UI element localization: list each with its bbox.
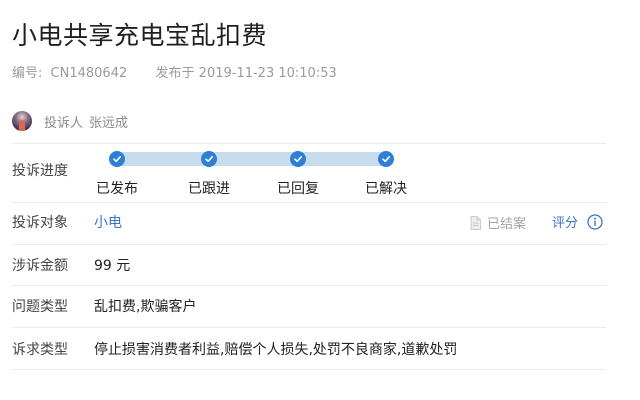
- progress-label: 投诉进度: [12, 163, 68, 179]
- progress-step-resolved: [378, 151, 394, 167]
- published-value: 2019-11-23 10:10:53: [198, 66, 337, 81]
- divider: [12, 327, 606, 328]
- demand-type-value: 停止损害消费者利益,赔偿个人损失,处罚不良商家,道歉处罚: [94, 342, 458, 358]
- case-status: 已结案: [470, 213, 526, 232]
- check-icon: [378, 151, 394, 167]
- progress-step-label: 已跟进: [188, 181, 230, 197]
- complainant-info: 投诉人 张远成: [12, 110, 128, 132]
- target-link[interactable]: 小电: [94, 212, 122, 232]
- id-label: 编号:: [12, 66, 43, 81]
- divider: [12, 202, 606, 203]
- check-icon: [109, 151, 125, 167]
- progress-step-label: 已发布: [96, 181, 138, 197]
- rate-control[interactable]: 评分: [552, 212, 603, 231]
- divider: [12, 244, 606, 245]
- info-icon[interactable]: [587, 213, 603, 230]
- divider: [12, 285, 606, 286]
- avatar[interactable]: [12, 111, 32, 131]
- target-label: 投诉对象: [12, 215, 68, 231]
- rate-button[interactable]: 评分: [552, 212, 578, 231]
- complainant-label: 投诉人: [44, 115, 84, 131]
- progress-step-followed: [201, 151, 217, 167]
- document-icon: [470, 215, 481, 230]
- check-icon: [201, 151, 217, 167]
- progress-step-label: 已回复: [277, 181, 319, 197]
- status-text: 已结案: [487, 217, 527, 232]
- id-value: CN1480642: [50, 66, 128, 81]
- progress-step-label: 已解决: [365, 181, 407, 197]
- demand-type-label: 诉求类型: [12, 342, 68, 358]
- progress-step-replied: [290, 151, 306, 167]
- issue-type-value: 乱扣费,欺骗客户: [94, 299, 197, 315]
- check-icon: [290, 151, 306, 167]
- divider: [12, 143, 606, 144]
- amount-value: 99 元: [94, 258, 131, 274]
- issue-type-label: 问题类型: [12, 299, 68, 315]
- published-label: 发布于: [155, 66, 195, 81]
- complainant-name[interactable]: 张远成: [89, 112, 128, 131]
- divider: [12, 369, 606, 370]
- progress-track: [116, 152, 388, 166]
- page-title: 小电共享充电宝乱扣费: [12, 21, 268, 50]
- progress-step-published: [109, 151, 125, 167]
- complaint-meta: 编号: CN1480642 发布于 2019-11-23 10:10:53: [12, 62, 337, 81]
- amount-label: 涉诉金额: [12, 258, 68, 274]
